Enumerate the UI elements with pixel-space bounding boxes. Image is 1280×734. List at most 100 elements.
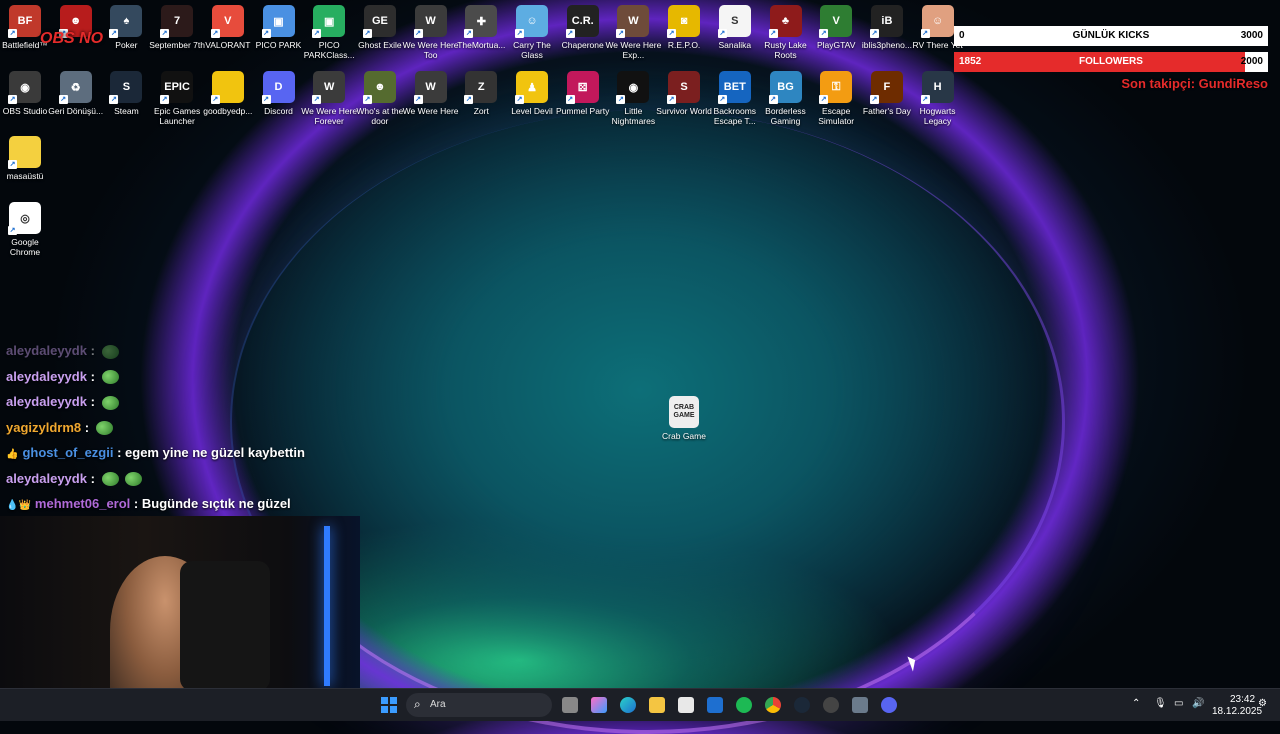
desktop-icon[interactable]: D ↗ Discord [250,71,308,116]
chat-badge-icon: 💧👑 [6,500,31,511]
chrome-icon[interactable] [765,697,781,713]
chat-message: 👍 ghost_of_ezgii : egem yine ne güzel kay… [6,445,305,460]
desktop-icon[interactable]: BET ↗ Backrooms Escape T... [706,71,764,126]
chat-separator: : [130,496,142,511]
desktop-icon-label: Ghost Exile [358,40,402,50]
desktop-icon-label: Epic Games Launcher [153,106,201,126]
desktop-icon-image: Z ↗ [464,71,498,104]
desktop-icon[interactable]: ⚿ ↗ Escape Simulator [807,71,865,126]
desktop-icon[interactable]: F ↗ Father's Day [858,71,916,116]
desktop-icon[interactable]: ↗ masaüstü [0,136,54,181]
tray-overflow-icon[interactable]: ⌃ [1132,698,1140,709]
desktop-icon[interactable]: Z ↗ Zort [452,71,510,116]
shortcut-arrow-icon: ↗ [109,29,119,38]
desktop-icon-image: BG ↗ [768,71,802,104]
discord-icon[interactable] [881,697,897,713]
desktop-icon[interactable]: ▣ ↗ PICO PARKClass... [300,5,358,60]
shortcut-arrow-icon: ↗ [616,95,626,104]
start-button[interactable] [381,697,397,713]
desktop-icon[interactable]: ↗ goodbyedp... [199,71,257,116]
shortcut-arrow-icon: ↗ [920,29,930,38]
desktop-icon[interactable]: ◎ ↗ Google Chrome [0,202,54,257]
desktop-icon-label: Chaperone [561,40,604,50]
desktop-icon[interactable]: EPIC ↗ Epic Games Launcher [148,71,206,126]
shortcut-arrow-icon: ↗ [413,95,423,104]
app-icon[interactable] [852,697,868,713]
desktop-icon[interactable]: C.R. ↗ Chaperone [554,5,612,50]
desktop-icon[interactable]: S ↗ Sanalika [706,5,764,50]
desktop-icon[interactable]: H ↗ Hogwarts Legacy [909,71,967,126]
obs-icon[interactable] [823,697,839,713]
desktop-icon-image: V ↗ [819,5,853,38]
desktop-icon[interactable]: 7 ↗ September 7th [148,5,206,50]
desktop-icon-label: Geri Dönüşü... [48,106,104,116]
shortcut-arrow-icon: ↗ [210,95,220,104]
desktop-icon[interactable]: ☺ ↗ Carry The Glass [503,5,561,60]
desktop-icon[interactable]: W ↗ We Were Here Too [402,5,460,60]
desktop-icon[interactable]: ⚄ ↗ Pummel Party [554,71,612,116]
desktop-icon[interactable]: ♟ ↗ Level Devil [503,71,561,116]
crab-game-icon[interactable]: CRAB GAME Crab Game [655,396,713,441]
desktop-icon-image: W ↗ [413,71,447,104]
desktop-icon[interactable]: ◉ ↗ Little Nightmares [604,71,662,126]
desktop-icon[interactable]: ▣ ↗ PICO PARK [250,5,308,50]
desktop-icon[interactable]: ♻ ↗ Geri Dönüşü... [47,71,105,116]
chat-username: ghost_of_ezgii [22,445,114,460]
mail-icon[interactable] [707,697,723,713]
desktop-icon[interactable]: V ↗ VALORANT [199,5,257,50]
desktop-icon[interactable]: ♣ ↗ Rusty Lake Roots [757,5,815,60]
desktop-icon[interactable]: ♠ ↗ Poker [97,5,155,50]
desktop-icon-label: Poker [115,40,138,50]
shortcut-arrow-icon: ↗ [869,29,879,38]
shortcut-arrow-icon: ↗ [464,95,474,104]
desktop-icon[interactable]: W ↗ We Were Here Exp... [604,5,662,60]
desktop-icon[interactable]: V ↗ PlayGTAV [807,5,865,50]
shortcut-arrow-icon: ↗ [819,95,829,104]
desktop-icon-image: ◉ ↗ [616,71,650,104]
steam-icon[interactable] [794,697,810,713]
desktop-icon[interactable]: S ↗ Survivor World [655,71,713,116]
desktop-icon[interactable]: W ↗ We Were Here [402,71,460,116]
volume-icon[interactable]: 🔊 [1192,698,1204,709]
desktop-icon[interactable]: ◙ ↗ R.E.P.O. [655,5,713,50]
notification-icon[interactable]: ⚙ [1258,698,1267,709]
edge-icon[interactable] [620,697,636,713]
desktop-icon-label: masaüstü [6,171,44,181]
clock-time[interactable]: 23:42 [1230,694,1255,705]
desktop-icon-label: We Were Here Exp... [605,40,662,60]
desktop-icon[interactable]: iB ↗ iblis3pheno... [858,5,916,50]
chat-emote-icon [101,472,119,487]
file-explorer-icon[interactable] [649,697,665,713]
spotify-icon[interactable] [736,697,752,713]
desktop-icon-label: goodbyedp... [203,106,253,116]
desktop-icon-label: Who's at the door [356,106,404,126]
desktop-icon-image: ♠ ↗ [109,5,143,38]
desktop-icon-label: Level Devil [511,106,553,116]
copilot-icon[interactable] [591,697,607,713]
desktop-icon-image: S ↗ [717,5,751,38]
desktop-icon[interactable]: ✚ ↗ TheMortua... [452,5,510,50]
desktop-icon-label: Carry The Glass [513,40,551,60]
desktop-icon[interactable]: BG ↗ Borderless Gaming [757,71,815,126]
shortcut-arrow-icon: ↗ [8,95,17,104]
store-icon[interactable] [678,697,694,713]
search-box[interactable]: ⌕ Ara [406,693,552,717]
chat-message: aleydaleyydk : [6,343,122,359]
chat-emote-icon [101,370,119,385]
shortcut-arrow-icon: ↗ [565,95,575,104]
chat-emote-icon [101,344,119,359]
desktop-icon[interactable]: W ↗ We Were Here Forever [300,71,358,126]
desktop-icon[interactable]: GE ↗ Ghost Exile [351,5,409,50]
desktop-icon-image: W ↗ [413,5,447,38]
stream-logo: OBS NO [40,30,104,47]
desktop-icon-image: iB ↗ [869,5,903,38]
desktop-icon-label: VALORANT [205,40,251,50]
desktop-icon-label: Borderless Gaming [765,106,806,126]
desktop-icon[interactable]: S ↗ Steam [97,71,155,116]
clock-date[interactable]: 18.12.2025 [1212,706,1262,717]
microphone-icon[interactable]: 🎙 [1154,698,1167,709]
task-view-icon[interactable] [562,697,578,713]
network-icon[interactable]: ▭ [1174,698,1183,709]
desktop-icon-image: W ↗ [312,71,346,104]
desktop-icon[interactable]: ☻ ↗ Who's at the door [351,71,409,126]
